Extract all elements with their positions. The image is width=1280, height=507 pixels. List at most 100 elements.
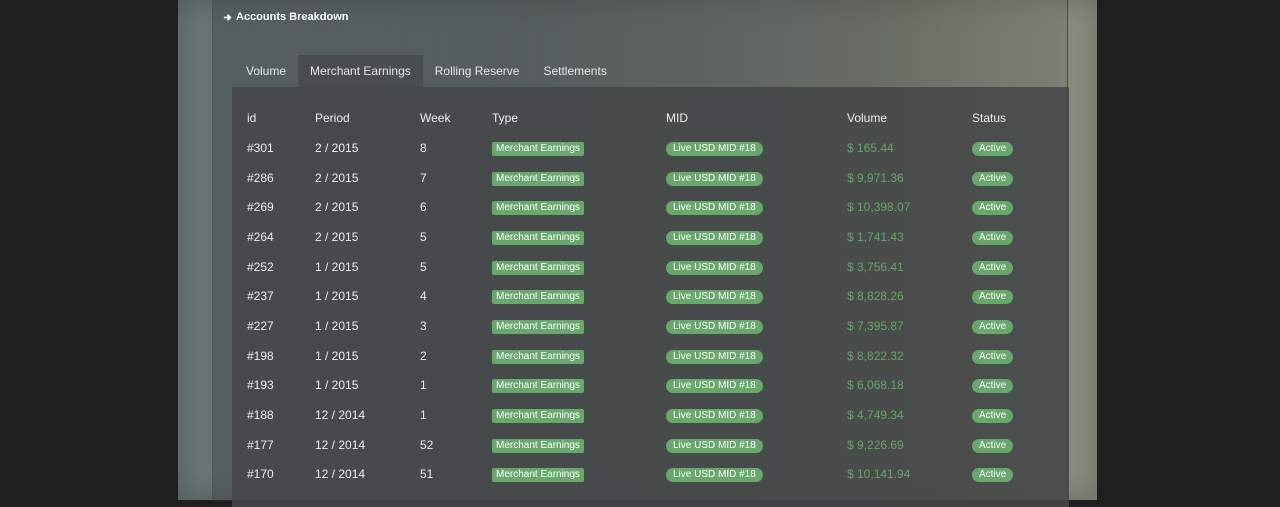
cell-type: Merchant Earnings xyxy=(477,371,651,401)
tab-merchant-earnings[interactable]: Merchant Earnings xyxy=(298,55,423,87)
cell-status: Active xyxy=(957,460,1069,490)
mid-badge: Live USD MID #18 xyxy=(666,260,763,275)
type-badge: Merchant Earnings xyxy=(492,171,584,186)
mid-badge: Live USD MID #18 xyxy=(666,290,763,305)
cell-mid: Live USD MID #18 xyxy=(651,400,832,430)
status-badge: Active xyxy=(972,379,1014,394)
header-type[interactable]: Type xyxy=(477,103,651,133)
table-row[interactable]: #237 1 / 2015 4 Merchant Earnings Live USD M… xyxy=(232,281,1069,311)
cell-type: Merchant Earnings xyxy=(477,400,651,430)
table-row[interactable]: #188 12 / 2014 1 Merchant Earnings Live USD … xyxy=(232,400,1069,430)
cell-week: 5 xyxy=(420,259,427,274)
cell-period: 1 / 2015 xyxy=(315,289,359,304)
table-row[interactable]: #252 1 / 2015 5 Merchant Earnings Live USD M… xyxy=(232,252,1069,282)
mid-badge: Live USD MID #18 xyxy=(666,468,763,483)
tab-volume[interactable]: Volume xyxy=(234,55,298,87)
cell-status: Active xyxy=(957,371,1069,401)
cell-mid: Live USD MID #18 xyxy=(651,311,832,341)
cell-mid: Live USD MID #18 xyxy=(651,133,832,163)
earnings-table: id Period Week Type MID Volume Status #3… xyxy=(232,103,1069,489)
cell-week: 52 xyxy=(420,437,434,452)
header-id[interactable]: id xyxy=(232,103,300,133)
cell-id: #301 xyxy=(247,140,274,155)
cell-period: 12 / 2014 xyxy=(315,408,366,423)
table-row[interactable]: #177 12 / 2014 52 Merchant Earnings Live USD… xyxy=(232,430,1069,460)
status-badge: Active xyxy=(972,349,1014,364)
table-row[interactable]: #301 2 / 2015 8 Merchant Earnings Live USD M… xyxy=(232,133,1069,163)
cell-period: 1 / 2015 xyxy=(315,348,359,363)
table-row[interactable]: #269 2 / 2015 6 Merchant Earnings Live USD M… xyxy=(232,192,1069,222)
table-row[interactable]: #193 1 / 2015 1 Merchant Earnings Live USD M… xyxy=(232,371,1069,401)
cell-id: #252 xyxy=(247,259,274,274)
type-badge: Merchant Earnings xyxy=(492,468,584,483)
table-row[interactable]: #264 2 / 2015 5 Merchant Earnings Live USD M… xyxy=(232,222,1069,252)
cell-week: 3 xyxy=(420,318,427,333)
cell-id: #193 xyxy=(247,378,274,393)
table-row[interactable]: #286 2 / 2015 7 Merchant Earnings Live USD M… xyxy=(232,163,1069,193)
mid-badge: Live USD MID #18 xyxy=(666,438,763,453)
cell-period: 1 / 2015 xyxy=(315,318,359,333)
cell-volume: $ 7,395.87 xyxy=(847,318,904,333)
header-volume[interactable]: Volume xyxy=(832,103,957,133)
cell-id: #188 xyxy=(247,408,274,423)
cell-status: Active xyxy=(957,311,1069,341)
mid-badge: Live USD MID #18 xyxy=(666,230,763,245)
type-badge: Merchant Earnings xyxy=(492,379,584,394)
cell-week: 5 xyxy=(420,229,427,244)
cell-id: #170 xyxy=(247,467,274,482)
cell-mid: Live USD MID #18 xyxy=(651,430,832,460)
cell-week: 2 xyxy=(420,348,427,363)
tab-settlements[interactable]: Settlements xyxy=(531,55,618,87)
cell-mid: Live USD MID #18 xyxy=(651,222,832,252)
status-badge: Active xyxy=(972,201,1014,216)
cell-volume: $ 10,398.07 xyxy=(847,200,911,215)
status-badge: Active xyxy=(972,141,1014,156)
cell-week: 8 xyxy=(420,140,427,155)
status-badge: Active xyxy=(972,230,1014,245)
cell-status: Active xyxy=(957,281,1069,311)
cell-type: Merchant Earnings xyxy=(477,222,651,252)
tab-rolling-reserve[interactable]: Rolling Reserve xyxy=(423,55,532,87)
cell-period: 2 / 2015 xyxy=(315,170,359,185)
table-header-row: id Period Week Type MID Volume Status xyxy=(232,103,1069,133)
header-period[interactable]: Period xyxy=(300,103,405,133)
cell-mid: Live USD MID #18 xyxy=(651,341,832,371)
cell-week: 1 xyxy=(420,408,427,423)
tab-bar: Volume Merchant Earnings Rolling Reserve… xyxy=(234,55,619,87)
cell-volume: $ 4,749.34 xyxy=(847,408,904,423)
cell-period: 2 / 2015 xyxy=(315,200,359,215)
status-badge: Active xyxy=(972,260,1014,275)
header-mid[interactable]: MID xyxy=(651,103,832,133)
table-row[interactable]: #170 12 / 2014 51 Merchant Earnings Live USD… xyxy=(232,460,1069,490)
cell-status: Active xyxy=(957,163,1069,193)
status-badge: Active xyxy=(972,171,1014,186)
cell-week: 7 xyxy=(420,170,427,185)
cell-status: Active xyxy=(957,133,1069,163)
type-badge: Merchant Earnings xyxy=(492,141,584,156)
mid-badge: Live USD MID #18 xyxy=(666,171,763,186)
cell-status: Active xyxy=(957,430,1069,460)
cell-mid: Live USD MID #18 xyxy=(651,163,832,193)
cell-status: Active xyxy=(957,400,1069,430)
cell-type: Merchant Earnings xyxy=(477,163,651,193)
header-status[interactable]: Status xyxy=(957,103,1069,133)
header-week[interactable]: Week xyxy=(405,103,477,133)
cell-type: Merchant Earnings xyxy=(477,281,651,311)
cell-period: 12 / 2014 xyxy=(315,437,366,452)
cell-period: 1 / 2015 xyxy=(315,378,359,393)
cell-type: Merchant Earnings xyxy=(477,192,651,222)
table-row[interactable]: #227 1 / 2015 3 Merchant Earnings Live USD M… xyxy=(232,311,1069,341)
type-badge: Merchant Earnings xyxy=(492,409,584,424)
table-row[interactable]: #198 1 / 2015 2 Merchant Earnings Live USD M… xyxy=(232,341,1069,371)
background-frame: Accounts Breakdown Volume Merchant Earni… xyxy=(178,0,1097,507)
cell-type: Merchant Earnings xyxy=(477,341,651,371)
status-badge: Active xyxy=(972,319,1014,334)
cell-period: 12 / 2014 xyxy=(315,467,366,482)
status-badge: Active xyxy=(972,290,1014,305)
cell-type: Merchant Earnings xyxy=(477,252,651,282)
cell-status: Active xyxy=(957,192,1069,222)
panel-title: Accounts Breakdown xyxy=(223,11,348,23)
cell-week: 6 xyxy=(420,200,427,215)
cell-status: Active xyxy=(957,222,1069,252)
mid-badge: Live USD MID #18 xyxy=(666,409,763,424)
